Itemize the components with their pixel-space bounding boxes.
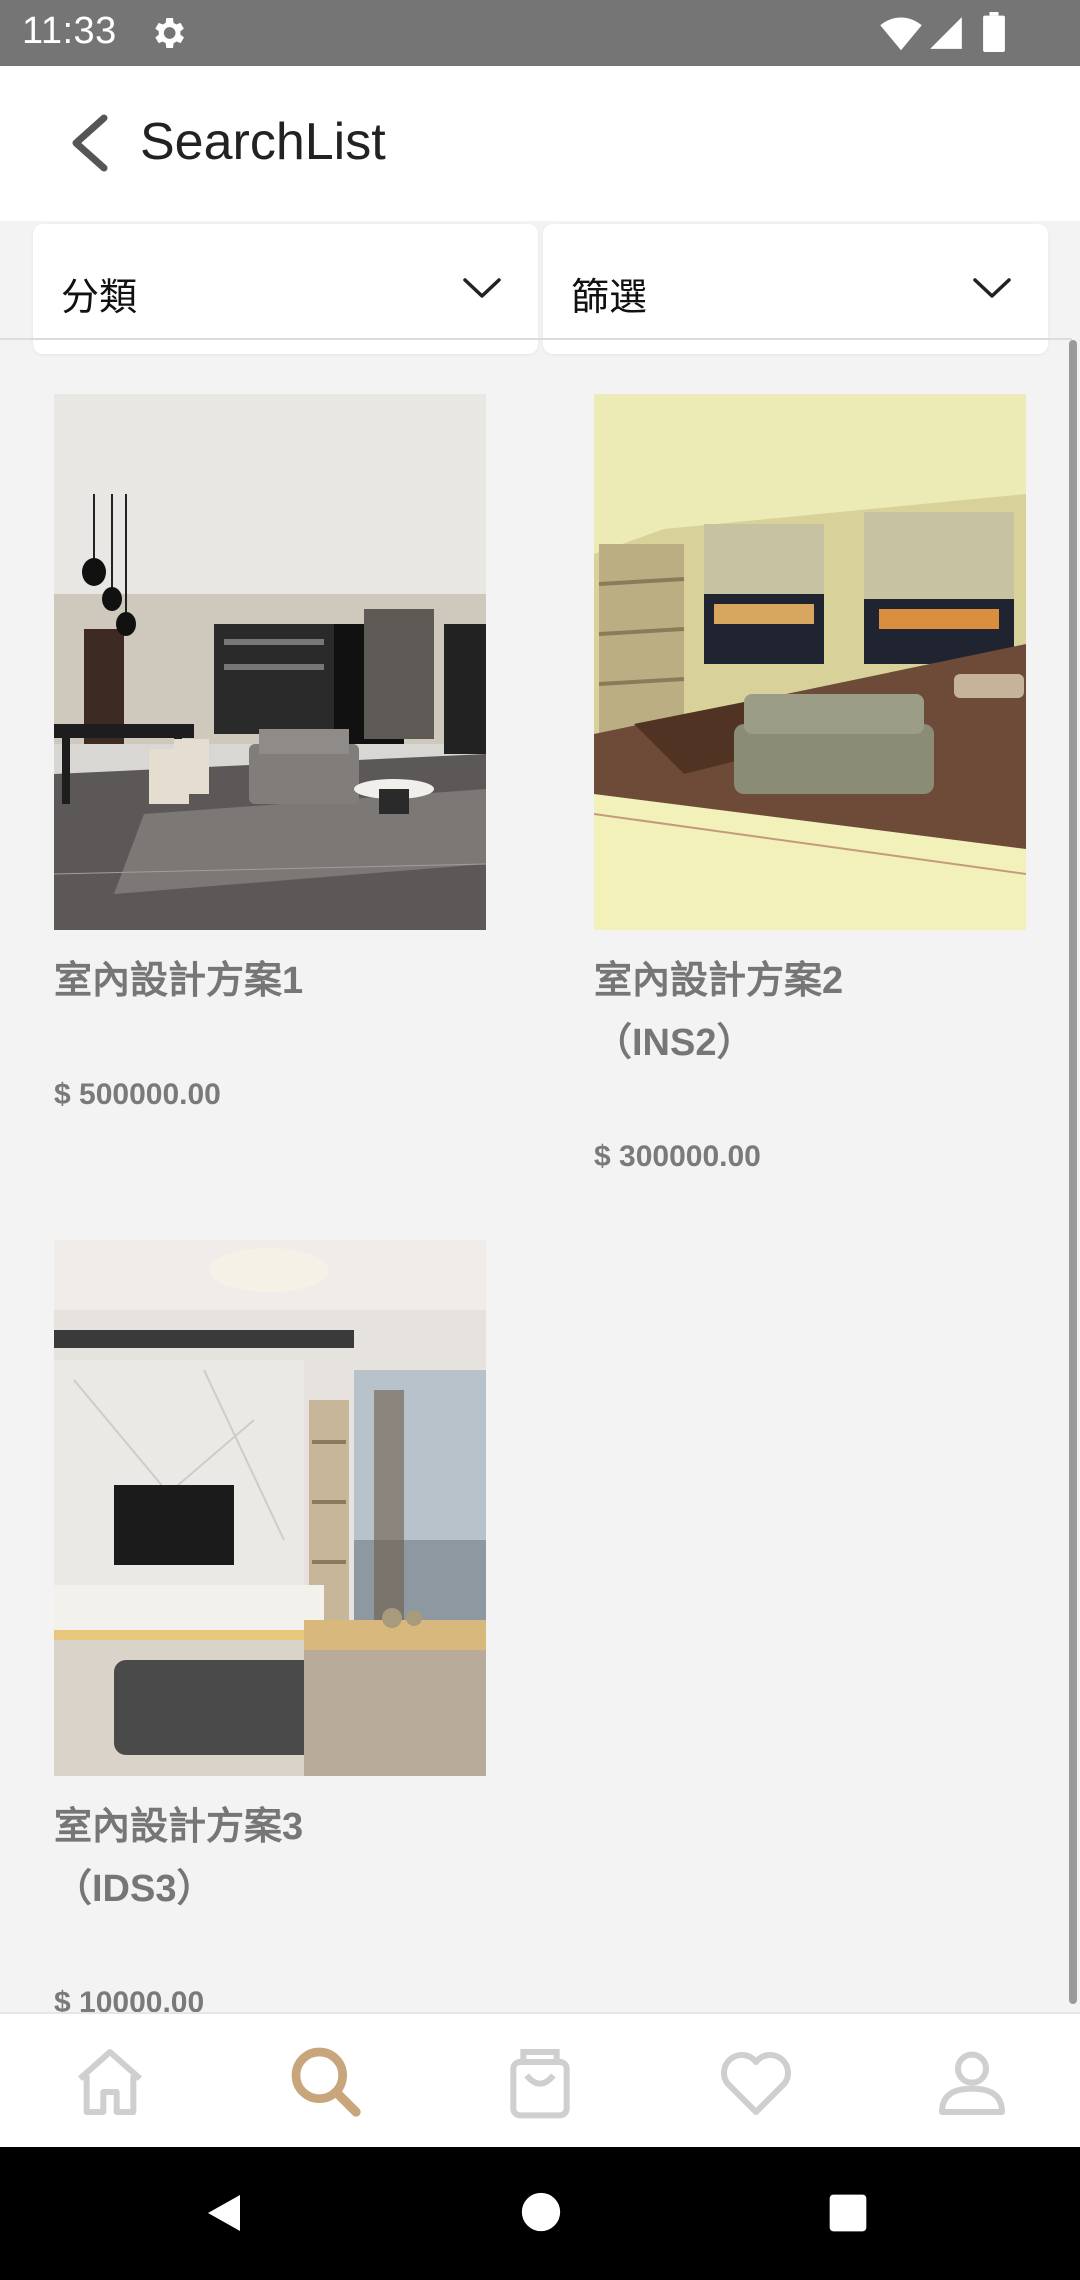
- system-recents-icon[interactable]: [826, 2191, 870, 2235]
- cart-icon[interactable]: [500, 2042, 580, 2122]
- status-time: 11:33: [22, 10, 117, 52]
- product-price: $ 300000.00: [594, 1140, 761, 1173]
- product-name[interactable]: 室內設計方案1: [54, 950, 486, 1012]
- system-back-icon[interactable]: [200, 2189, 248, 2237]
- product-list[interactable]: 室內設計方案1 $ 500000.00 室內設計方案2 （INS2） $ 300…: [0, 340, 1072, 2012]
- heart-icon[interactable]: [716, 2042, 796, 2122]
- product-price: $ 10000.00: [54, 1986, 205, 2012]
- filter-dropdown[interactable]: 篩選: [543, 224, 1048, 354]
- product-image[interactable]: [594, 394, 1026, 930]
- profile-icon[interactable]: [932, 2042, 1012, 2122]
- gear-icon: [155, 18, 184, 48]
- filter-dropdown-label: 篩選: [571, 277, 648, 319]
- app-bar: SearchList: [0, 66, 1080, 221]
- system-nav-bar: [0, 2147, 1080, 2280]
- product-card[interactable]: 室內設計方案2 （INS2） $ 300000.00: [594, 394, 1026, 1173]
- product-image[interactable]: [54, 1240, 486, 1776]
- back-arrow-icon[interactable]: [60, 106, 130, 176]
- wifi-icon: [880, 17, 922, 51]
- battery-icon: [983, 12, 1005, 52]
- product-name[interactable]: 室內設計方案2 （INS2）: [594, 950, 1026, 1074]
- system-home-icon[interactable]: [518, 2189, 564, 2235]
- search-icon[interactable]: [286, 2042, 366, 2122]
- category-dropdown[interactable]: 分類: [33, 224, 538, 354]
- scrollbar[interactable]: [1069, 340, 1077, 2004]
- bottom-nav: [0, 2012, 1080, 2149]
- product-image[interactable]: [54, 394, 486, 930]
- category-dropdown-label: 分類: [61, 277, 138, 319]
- page-title: SearchList: [140, 113, 386, 171]
- filter-bar: 分類 篩選: [0, 221, 1080, 354]
- chevron-down-icon: [973, 278, 1011, 298]
- signal-icon: [930, 17, 962, 49]
- product-card[interactable]: 室內設計方案1 $ 500000.00: [54, 394, 486, 1111]
- chevron-down-icon: [463, 278, 501, 298]
- status-bar: 11:33: [0, 0, 1080, 66]
- product-card[interactable]: 室內設計方案3 （IDS3） $ 10000.00: [54, 1240, 486, 2012]
- product-price: $ 500000.00: [54, 1078, 221, 1111]
- product-name[interactable]: 室內設計方案3 （IDS3）: [54, 1796, 486, 1920]
- home-icon[interactable]: [70, 2042, 150, 2122]
